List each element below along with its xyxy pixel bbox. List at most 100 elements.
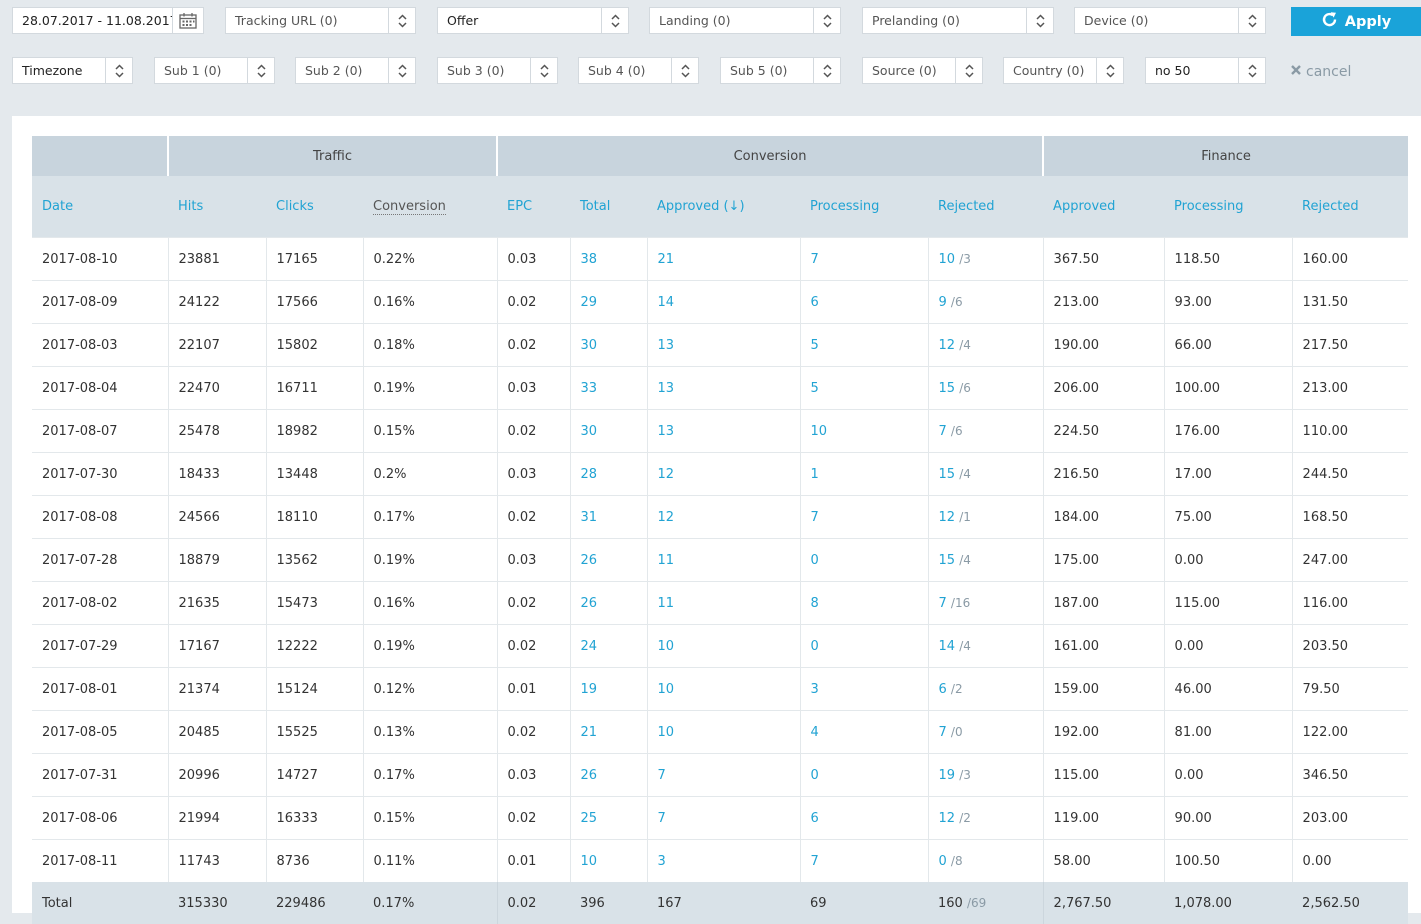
cell-total[interactable]: 10 bbox=[570, 840, 647, 883]
cell-total[interactable]: 24 bbox=[570, 625, 647, 668]
cell-total[interactable]: 29 bbox=[570, 281, 647, 324]
cell-rejected[interactable]: 6 /2 bbox=[928, 668, 1043, 711]
cell-rejected[interactable]: 12 /4 bbox=[928, 324, 1043, 367]
cell-approved[interactable]: 13 bbox=[647, 367, 800, 410]
cell-rejected[interactable]: 0 /8 bbox=[928, 840, 1043, 883]
cell-total[interactable]: 19 bbox=[570, 668, 647, 711]
cell-total[interactable]: 21 bbox=[570, 711, 647, 754]
column-header-processing[interactable]: Processing bbox=[800, 176, 928, 238]
date-range-picker[interactable]: 28.07.2017 - 11.08.2017 bbox=[12, 7, 204, 34]
cell-approved[interactable]: 11 bbox=[647, 582, 800, 625]
cell-total[interactable]: 33 bbox=[570, 367, 647, 410]
cell-rejected[interactable]: 15 /6 bbox=[928, 367, 1043, 410]
cell-total[interactable]: 30 bbox=[570, 410, 647, 453]
cell-processing[interactable]: 6 bbox=[800, 281, 928, 324]
cell-processing[interactable]: 1 bbox=[800, 453, 928, 496]
cell-total[interactable]: 31 bbox=[570, 496, 647, 539]
cell-finance-rejected: 131.50 bbox=[1292, 281, 1408, 324]
source-select[interactable]: Source (0) bbox=[862, 57, 983, 84]
device-select[interactable]: Device (0) bbox=[1074, 7, 1266, 34]
cell-processing[interactable]: 8 bbox=[800, 582, 928, 625]
cell-approved[interactable]: 13 bbox=[647, 410, 800, 453]
cell-processing[interactable]: 6 bbox=[800, 797, 928, 840]
table-row: 2017-08-0520485155250.13%0.02211047 /019… bbox=[32, 711, 1408, 754]
column-header-epc[interactable]: EPC bbox=[497, 176, 570, 238]
cell-approved[interactable]: 10 bbox=[647, 711, 800, 754]
cell-rejected[interactable]: 19 /3 bbox=[928, 754, 1043, 797]
cancel-link[interactable]: cancel bbox=[1290, 62, 1351, 82]
cell-approved[interactable]: 11 bbox=[647, 539, 800, 582]
cell-date: Total bbox=[32, 882, 168, 924]
cell-approved[interactable]: 10 bbox=[647, 625, 800, 668]
calendar-icon[interactable] bbox=[172, 8, 203, 33]
cell-processing[interactable]: 5 bbox=[800, 324, 928, 367]
apply-button[interactable]: Apply bbox=[1291, 7, 1421, 36]
cell-rejected[interactable]: 9 /6 bbox=[928, 281, 1043, 324]
rejected-count: 15 bbox=[939, 553, 956, 568]
column-header-approved-sorted[interactable]: Approved (↓) bbox=[647, 176, 800, 238]
cell-processing[interactable]: 7 bbox=[800, 238, 928, 281]
rejected-count: 9 bbox=[939, 295, 947, 310]
cell-total[interactable]: 26 bbox=[570, 539, 647, 582]
cell-approved[interactable]: 12 bbox=[647, 496, 800, 539]
cell-rejected[interactable]: 15 /4 bbox=[928, 453, 1043, 496]
cell-date: 2017-08-02 bbox=[32, 582, 168, 625]
cell-rejected[interactable]: 7 /6 bbox=[928, 410, 1043, 453]
sub3-select[interactable]: Sub 3 (0) bbox=[437, 57, 558, 84]
cell-total[interactable]: 30 bbox=[570, 324, 647, 367]
column-header-date[interactable]: Date bbox=[32, 176, 168, 238]
cell-rejected[interactable]: 10 /3 bbox=[928, 238, 1043, 281]
cell-total[interactable]: 25 bbox=[570, 797, 647, 840]
column-header-conversion[interactable]: Conversion bbox=[363, 176, 497, 238]
cell-rejected[interactable]: 12 /2 bbox=[928, 797, 1043, 840]
sub2-select[interactable]: Sub 2 (0) bbox=[295, 57, 416, 84]
cell-rejected[interactable]: 14 /4 bbox=[928, 625, 1043, 668]
cell-processing[interactable]: 4 bbox=[800, 711, 928, 754]
cell-rejected[interactable]: 7 /0 bbox=[928, 711, 1043, 754]
cell-finance-processing: 100.50 bbox=[1164, 840, 1292, 883]
cell-processing[interactable]: 3 bbox=[800, 668, 928, 711]
cell-processing[interactable]: 0 bbox=[800, 754, 928, 797]
landing-select[interactable]: Landing (0) bbox=[649, 7, 841, 34]
column-header-finance-processing[interactable]: Processing bbox=[1164, 176, 1292, 238]
cell-processing[interactable]: 0 bbox=[800, 625, 928, 668]
cell-approved[interactable]: 7 bbox=[647, 797, 800, 840]
tracking-url-select[interactable]: Tracking URL (0) bbox=[225, 7, 416, 34]
column-header-finance-approved[interactable]: Approved bbox=[1043, 176, 1164, 238]
column-header-total[interactable]: Total bbox=[570, 176, 647, 238]
prelanding-select[interactable]: Prelanding (0) bbox=[862, 7, 1054, 34]
rejected-ratio: /8 bbox=[951, 854, 963, 868]
cell-total[interactable]: 26 bbox=[570, 754, 647, 797]
column-header-finance-rejected[interactable]: Rejected bbox=[1292, 176, 1408, 238]
cell-approved[interactable]: 21 bbox=[647, 238, 800, 281]
cell-rejected[interactable]: 15 /4 bbox=[928, 539, 1043, 582]
cell-processing[interactable]: 7 bbox=[800, 496, 928, 539]
column-header-rejected[interactable]: Rejected bbox=[928, 176, 1043, 238]
cell-processing[interactable]: 7 bbox=[800, 840, 928, 883]
rejected-count: 6 bbox=[939, 682, 947, 697]
cell-rejected[interactable]: 12 /1 bbox=[928, 496, 1043, 539]
cell-approved[interactable]: 3 bbox=[647, 840, 800, 883]
cell-total[interactable]: 28 bbox=[570, 453, 647, 496]
cell-approved[interactable]: 13 bbox=[647, 324, 800, 367]
limit-select[interactable]: no 50 bbox=[1145, 57, 1266, 84]
offer-select[interactable]: Offer bbox=[437, 7, 629, 34]
column-header-clicks[interactable]: Clicks bbox=[266, 176, 363, 238]
timezone-select[interactable]: Timezone bbox=[12, 57, 133, 84]
column-header-hits[interactable]: Hits bbox=[168, 176, 266, 238]
cell-total[interactable]: 38 bbox=[570, 238, 647, 281]
cell-approved[interactable]: 14 bbox=[647, 281, 800, 324]
sub4-select[interactable]: Sub 4 (0) bbox=[578, 57, 699, 84]
cell-rejected[interactable]: 7 /16 bbox=[928, 582, 1043, 625]
sub1-select[interactable]: Sub 1 (0) bbox=[154, 57, 275, 84]
cell-total[interactable]: 26 bbox=[570, 582, 647, 625]
cell-approved[interactable]: 12 bbox=[647, 453, 800, 496]
country-select[interactable]: Country (0) bbox=[1003, 57, 1124, 84]
cell-processing[interactable]: 0 bbox=[800, 539, 928, 582]
cell-hits: 20996 bbox=[168, 754, 266, 797]
cell-approved[interactable]: 10 bbox=[647, 668, 800, 711]
cell-processing[interactable]: 10 bbox=[800, 410, 928, 453]
cell-processing[interactable]: 5 bbox=[800, 367, 928, 410]
sub5-select[interactable]: Sub 5 (0) bbox=[720, 57, 841, 84]
cell-approved[interactable]: 7 bbox=[647, 754, 800, 797]
